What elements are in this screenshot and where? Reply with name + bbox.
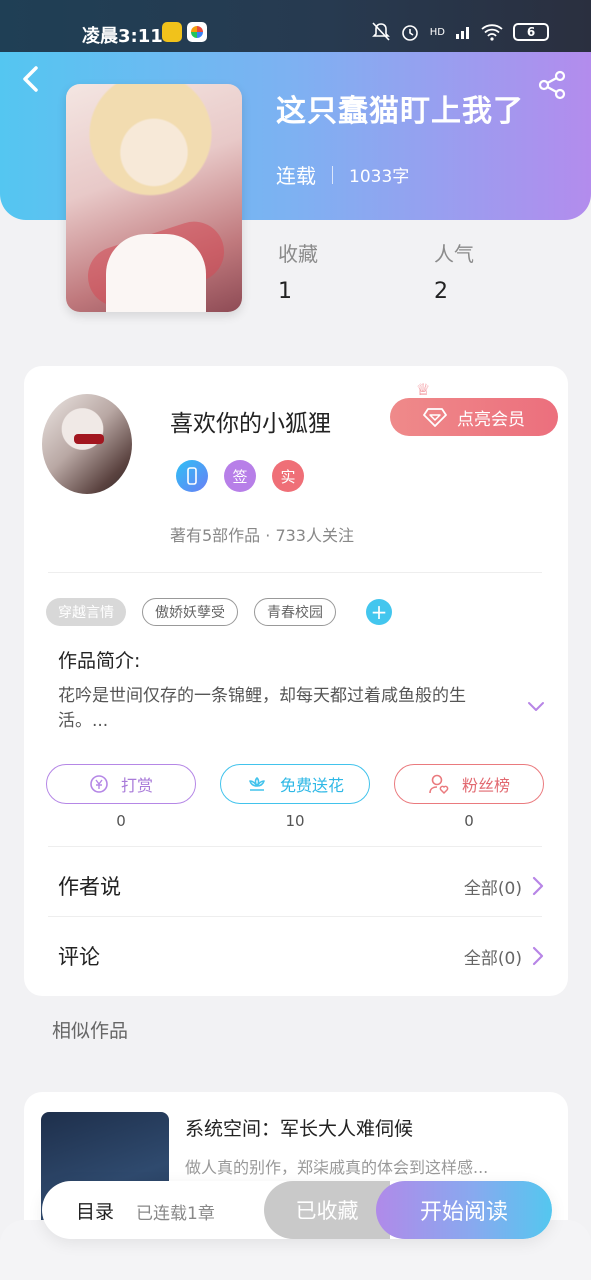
- chapter-count: 已连载1章: [136, 1204, 215, 1224]
- similar-works-heading: 相似作品: [52, 1020, 129, 1042]
- comments-value: 全部(0): [463, 948, 522, 969]
- stat-label: 人气: [434, 242, 474, 266]
- stat-popularity: 人气 2: [434, 238, 474, 304]
- meta-divider: [332, 165, 333, 184]
- mute-bell-icon: [371, 22, 390, 41]
- chevron-down-icon[interactable]: [526, 696, 546, 716]
- chevron-right-icon: [532, 876, 544, 896]
- battery-icon: 6: [513, 23, 549, 41]
- start-reading-button[interactable]: 开始阅读: [376, 1181, 552, 1239]
- word-count: 1033字: [349, 167, 410, 187]
- divider: [48, 572, 542, 573]
- coin-icon: [90, 775, 108, 793]
- status-bar: 凌晨3:11 HD 6: [0, 0, 591, 52]
- signed-badge: 签: [224, 460, 256, 492]
- back-button[interactable]: [18, 62, 48, 102]
- book-cover-image[interactable]: [66, 84, 242, 312]
- book-status: 连载: [276, 164, 316, 188]
- network-type: HD: [429, 26, 445, 38]
- author-avatar[interactable]: [42, 394, 132, 494]
- intro-text: 花吟是世间仅存的一条锦鲤，却每天都过着咸鱼般的生活。...: [58, 686, 466, 731]
- stat-favorites: 收藏 1: [278, 238, 318, 304]
- tip-label: 打赏: [120, 776, 153, 795]
- author-badges: 签 实: [176, 460, 304, 492]
- diamond-icon: [423, 408, 447, 427]
- fan-icon: [429, 774, 449, 795]
- app-notification-icon-2: [187, 22, 207, 42]
- verified-badge: 实: [272, 460, 304, 492]
- stat-value: 2: [434, 279, 448, 304]
- bottom-action-bar: 目录 已连载1章 已收藏 开始阅读: [42, 1181, 552, 1239]
- fan-ranking-label: 粉丝榜: [461, 776, 510, 795]
- similar-work-desc: 做人真的别作，郑柒戚真的体会到这样感...: [185, 1158, 489, 1177]
- stat-label: 收藏: [278, 242, 318, 266]
- book-info-card: 喜欢你的小狐狸 ♕ 点亮会员 签 实 著有5部作品 · 733人关注 穿越言情 …: [24, 366, 568, 996]
- author-says-label: 作者说: [58, 875, 121, 899]
- send-flower-button[interactable]: 免费送花: [220, 764, 370, 804]
- divider: [48, 846, 542, 847]
- intro-heading: 作品简介:: [58, 650, 141, 672]
- chevron-right-icon: [532, 946, 544, 966]
- table-of-contents-button[interactable]: 目录: [76, 1197, 114, 1224]
- stat-value: 1: [278, 279, 292, 304]
- cover-art-figure: [106, 234, 206, 312]
- favorited-button[interactable]: 已收藏: [264, 1181, 390, 1239]
- crown-icon: ♕: [416, 380, 431, 399]
- flower-count: 10: [285, 812, 305, 830]
- tip-count: 0: [116, 812, 126, 830]
- share-icon[interactable]: [537, 70, 567, 100]
- book-title: 这只蠢猫盯上我了: [276, 94, 524, 129]
- tip-button[interactable]: 打赏: [46, 764, 196, 804]
- book-meta: 连载 1033字: [276, 160, 409, 189]
- vip-button[interactable]: 点亮会员: [390, 398, 558, 436]
- similar-work-title[interactable]: 系统空间：军长大人难伺候: [185, 1114, 413, 1141]
- author-says-value: 全部(0): [463, 878, 522, 899]
- comments-all: 全部(0): [464, 944, 544, 969]
- status-time: 凌晨3:11: [82, 26, 163, 47]
- fan-count: 0: [464, 812, 474, 830]
- author-name[interactable]: 喜欢你的小狐狸: [170, 404, 331, 438]
- tag-item[interactable]: 穿越言情: [46, 598, 126, 626]
- phone-badge-icon: [176, 460, 208, 492]
- comments-row[interactable]: 评论 全部(0): [58, 928, 544, 984]
- wifi-icon: [481, 24, 503, 41]
- flower-icon: [249, 777, 265, 791]
- vip-button-label: 点亮会员: [457, 409, 525, 430]
- fan-ranking-button[interactable]: 粉丝榜: [394, 764, 544, 804]
- author-says-all: 全部(0): [464, 874, 544, 899]
- status-icons: HD 6: [371, 22, 549, 42]
- divider: [48, 916, 542, 917]
- tag-item[interactable]: 青春校园: [254, 598, 336, 626]
- author-works-info: 著有5部作品 · 733人关注: [170, 526, 354, 545]
- tag-list: 穿越言情 傲娇妖孽受 青春校园 +: [46, 598, 392, 626]
- author-says-row[interactable]: 作者说 全部(0): [58, 858, 544, 914]
- send-flower-label: 免费送花: [279, 776, 344, 795]
- signal-icon: [456, 27, 469, 39]
- alarm-icon: [401, 25, 418, 41]
- comments-label: 评论: [58, 945, 100, 969]
- add-tag-button[interactable]: +: [366, 599, 392, 625]
- app-notification-icon: [162, 22, 182, 42]
- chevron-left-icon: [23, 66, 38, 92]
- tag-item[interactable]: 傲娇妖孽受: [142, 598, 238, 626]
